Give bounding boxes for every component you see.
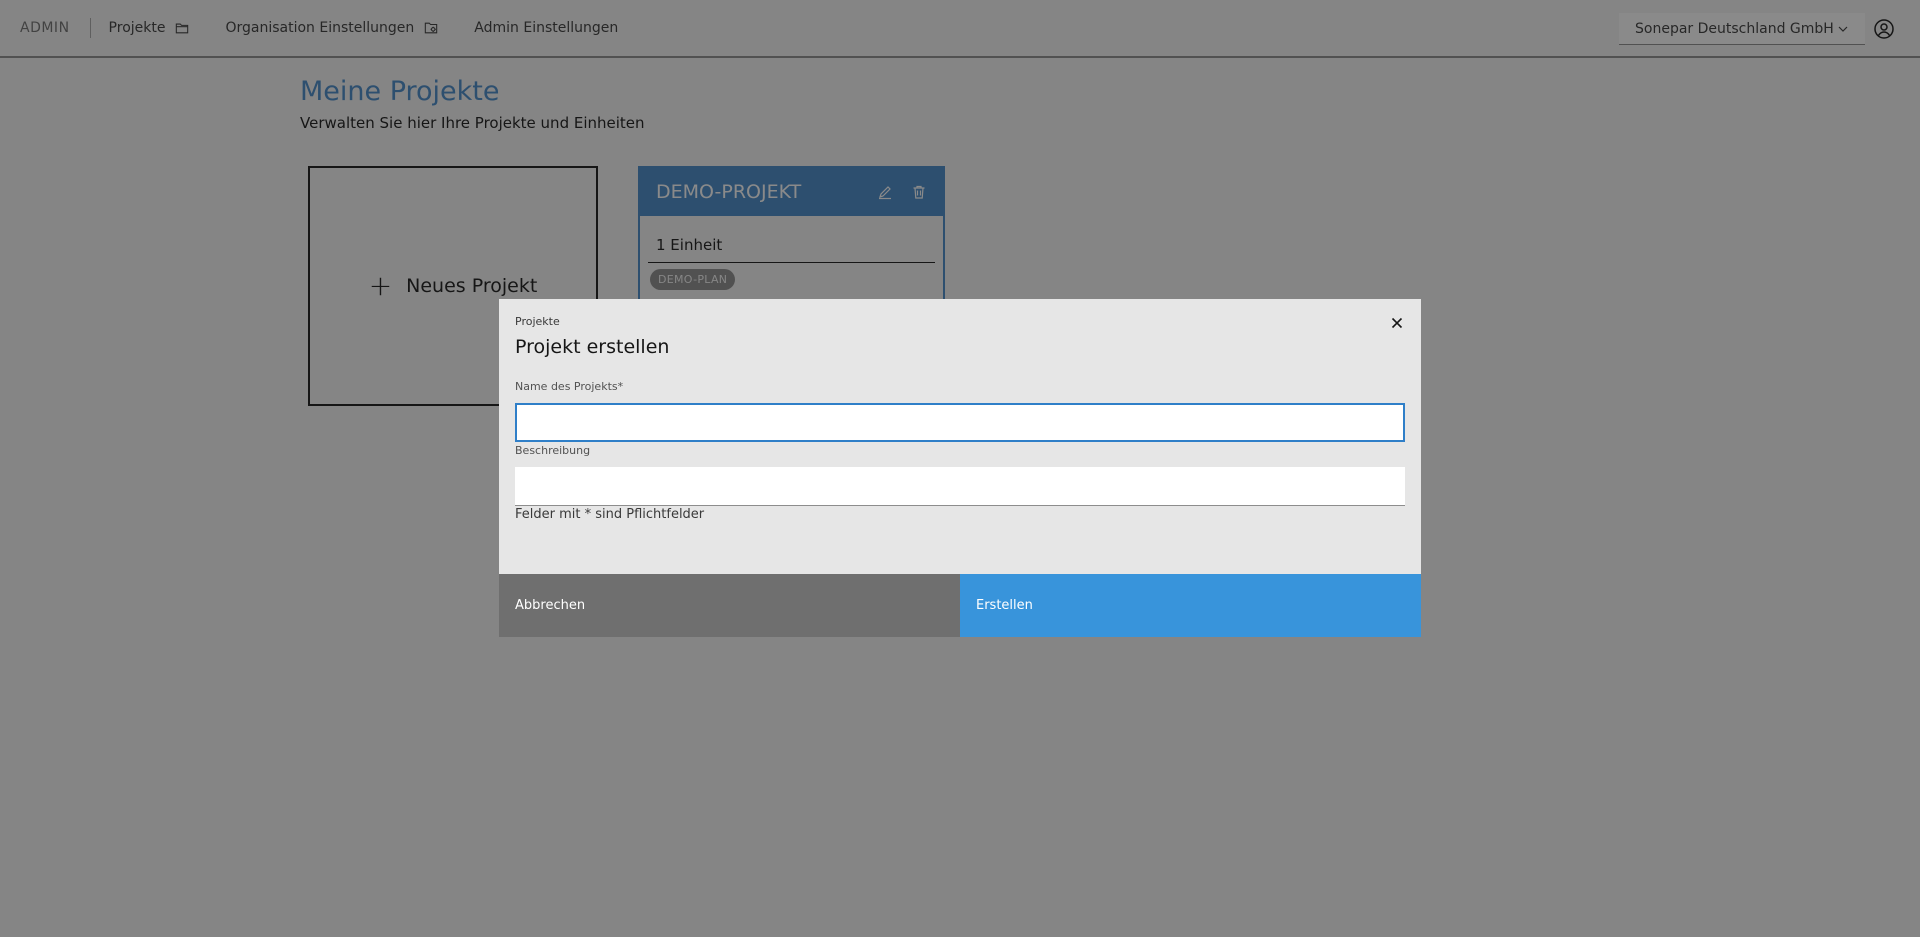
create-project-modal: Projekte Projekt erstellen Name des Proj…: [499, 299, 1421, 637]
project-name-input[interactable]: [515, 403, 1405, 442]
required-fields-hint: Felder mit * sind Pflichtfelder: [515, 507, 705, 522]
project-description-input[interactable]: [515, 467, 1405, 506]
create-button[interactable]: Erstellen: [960, 574, 1421, 637]
name-field-label: Name des Projekts*: [515, 380, 624, 393]
modal-title: Projekt erstellen: [515, 336, 670, 358]
close-icon[interactable]: [1389, 315, 1405, 331]
description-field-label: Beschreibung: [515, 444, 591, 457]
cancel-button[interactable]: Abbrechen: [499, 574, 960, 637]
modal-overline: Projekte: [515, 315, 560, 328]
